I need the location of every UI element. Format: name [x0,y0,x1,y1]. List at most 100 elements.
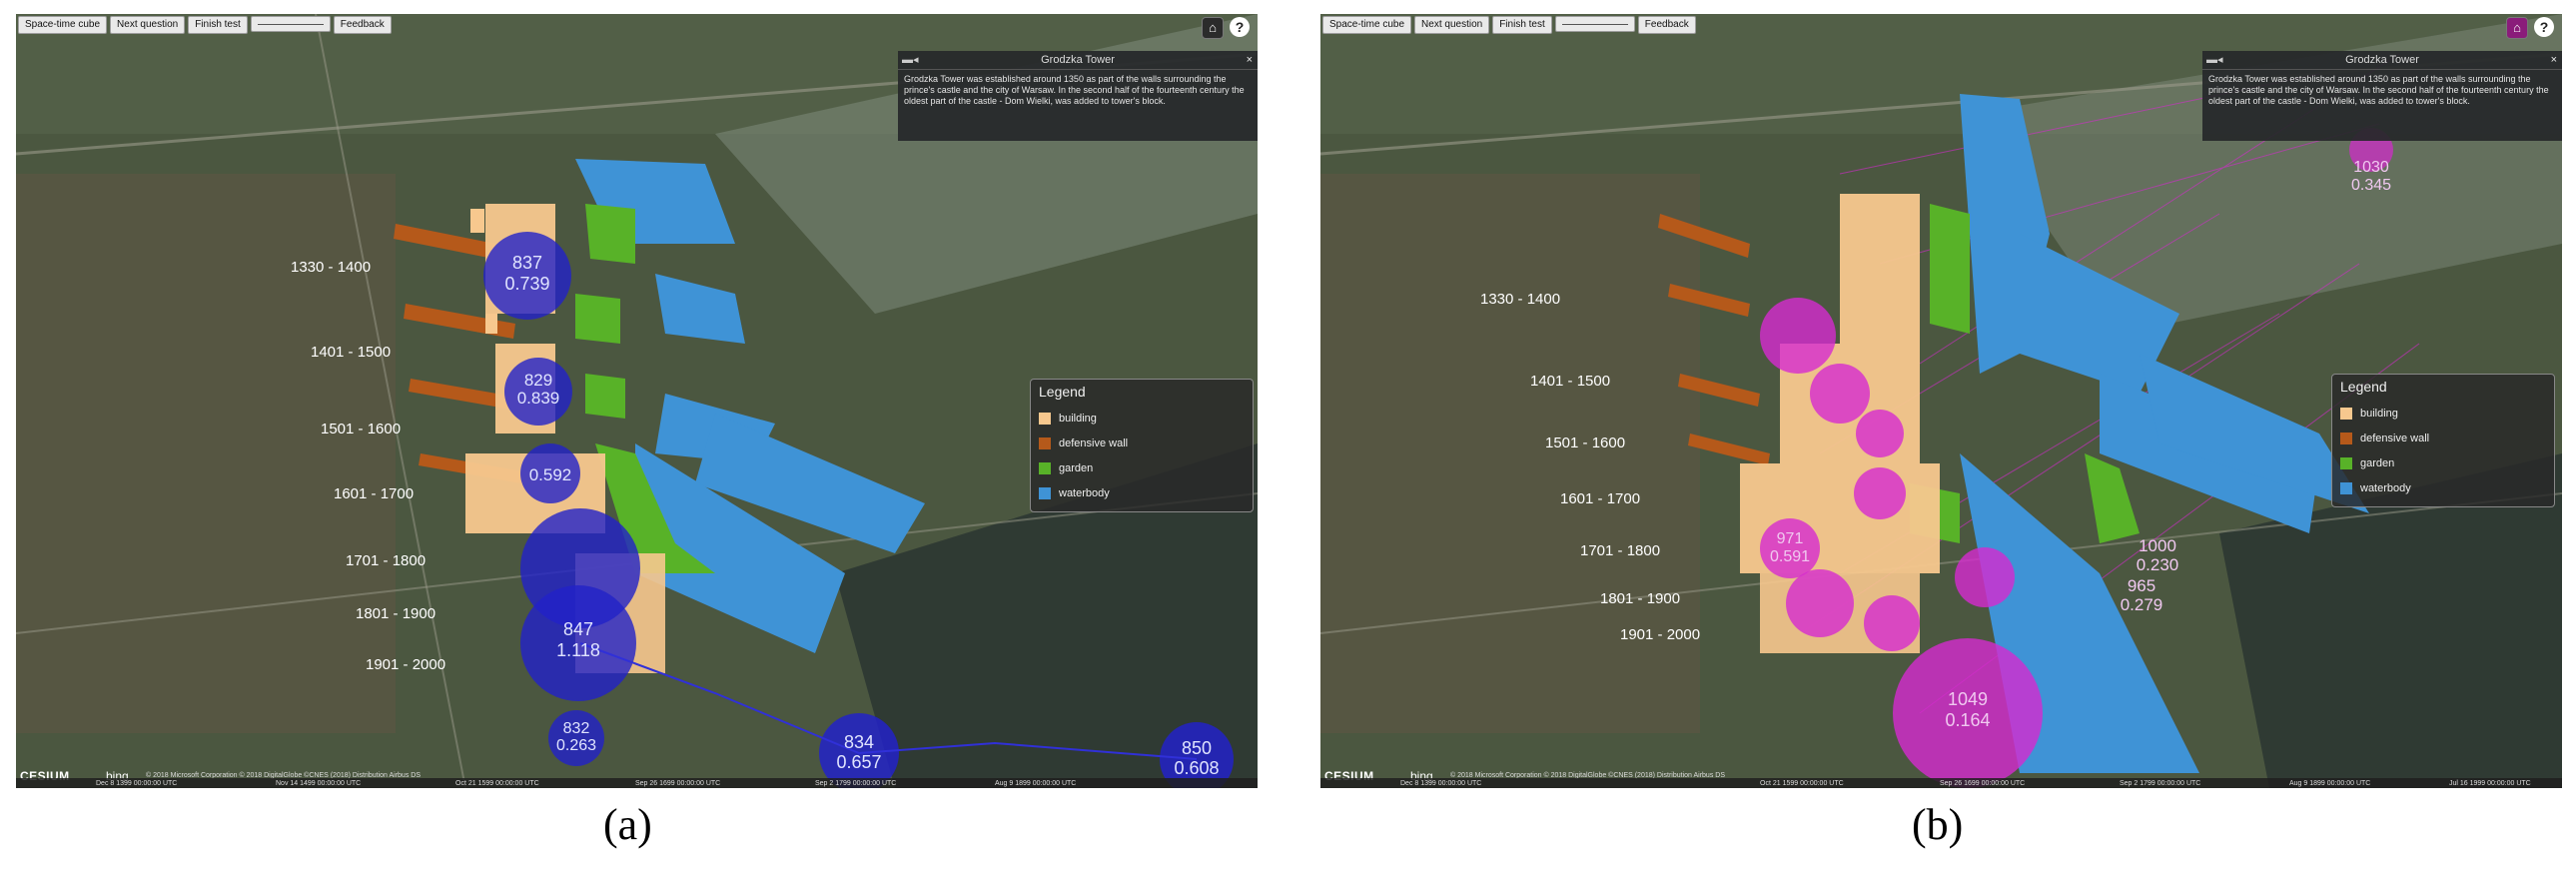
bubble-label-965-v: 0.279 [2121,595,2163,614]
defensive-wall-swatch [1039,437,1051,449]
bubble-label-832-n: 832 [563,720,590,737]
info-box-title-b: Grodzka Tower [2345,54,2419,66]
bubble-label-971-n: 971 [1777,530,1804,547]
legend-b: Legend building defensive wall garden wa… [2331,374,2555,507]
bubble-b1[interactable] [1760,298,1836,374]
finish-test-button-b[interactable]: Finish test [1492,16,1552,34]
footer-b: CESIUM bing © 2018 Microsoft Corporation… [1320,766,2562,788]
waterbody-swatch [1039,486,1051,499]
home-icon[interactable]: ⌂ [1202,17,1224,39]
caption-b: (b) [1912,800,1964,849]
help-icon[interactable]: ? [2534,17,2554,37]
info-box: ▬◂ Grodzka Tower × Grodzka Tower was est… [898,51,1258,141]
feedback-button-b[interactable]: Feedback [1637,16,1696,34]
garden-swatch [2340,456,2352,469]
bubble-label-1030-n: 1030 [2353,159,2389,176]
bubble-b6[interactable] [1955,547,2015,607]
building-swatch [2340,407,2352,420]
legend-title-b: Legend [2340,379,2387,395]
bubble-label-850-n: 850 [1182,738,1212,758]
period-label-4: 1601 - 1700 [334,485,414,502]
timeline-b[interactable]: Dec 8 1399 00:00:00 UTC Oct 21 1599 00:0… [1320,778,2562,788]
toolbar: Space-time cube Next question Finish tes… [18,16,392,34]
bubble-label-837-v: 0.739 [504,274,549,294]
period-label-2: 1401 - 1500 [311,344,391,361]
next-question-button-b[interactable]: Next question [1414,16,1490,34]
garden-swatch [1039,461,1051,474]
bubble-b2[interactable] [1810,364,1870,424]
bubble-b3[interactable] [1856,410,1904,457]
legend-label-building: building [1059,412,1097,425]
period-label-b6: 1801 - 1900 [1600,590,1680,607]
timeline-tick-5: Sep 2 1799 00:00:00 UTC [815,780,897,787]
period-label-b4: 1601 - 1700 [1560,490,1640,507]
bubble-label-847-v: 1.118 [556,640,600,660]
camera-icon[interactable]: ▬◂ [902,51,919,69]
close-button[interactable]: × [1247,51,1253,69]
home-icon[interactable]: ⌂ [2506,17,2528,39]
period-label-b5: 1701 - 1800 [1580,542,1660,559]
legend-label-garden-b: garden [2360,456,2395,469]
bubble-label-0592-v: 0.592 [529,465,572,484]
footer: CESIUM bing © 2018 Microsoft Corporation… [16,766,1258,788]
timeline-tick-b2: Oct 21 1599 00:00:00 UTC [1760,780,1844,787]
camera-icon[interactable]: ▬◂ [2206,51,2223,69]
bubble-label-965-n: 965 [2128,576,2155,595]
timeline-tick-3: Oct 21 1599 00:00:00 UTC [455,780,539,787]
timeline-tick-4: Sep 26 1699 00:00:00 UTC [635,780,721,787]
bubble-label-847-n: 847 [563,619,593,639]
legend-item-waterbody-b: waterbody [2332,475,2554,500]
legend-label-waterbody-b: waterbody [2360,481,2411,494]
time-slider-b[interactable] [1554,16,1635,32]
globe-viewer-b[interactable]: 1000 0.230 965 0.279 1049 0.164 1030 0.3… [1320,14,2562,788]
info-box-header-b: ▬◂ Grodzka Tower × [2202,51,2562,70]
bubble-label-1030-v: 0.345 [2351,177,2391,194]
legend-label-garden: garden [1059,461,1094,474]
toolbar-b: Space-time cube Next question Finish tes… [1322,16,1696,34]
period-label-5: 1701 - 1800 [346,552,426,569]
bubble-label-837-n: 837 [512,253,542,273]
timeline[interactable]: Dec 8 1399 00:00:00 UTC Nov 14 1499 00:0… [16,778,1258,788]
period-label-b1: 1330 - 1400 [1480,291,1560,308]
legend-item-garden: garden [1031,455,1253,480]
bubble-label-1049-n: 1049 [1948,689,1988,709]
timeline-tick-b1: Dec 8 1399 00:00:00 UTC [1400,780,1482,787]
next-question-button[interactable]: Next question [110,16,186,34]
bubble-label-1000-v: 0.230 [2137,555,2179,574]
period-label-3: 1501 - 1600 [321,421,401,438]
waterbody-swatch [2340,481,2352,494]
globe-viewer-a[interactable]: 837 0.739 829 0.839 0.592 847 1.118 832 … [16,14,1258,788]
period-label-b2: 1401 - 1500 [1530,373,1610,390]
help-icon[interactable]: ? [1230,17,1250,37]
period-label-b3: 1501 - 1600 [1545,435,1625,451]
timeline-tick-2: Nov 14 1499 00:00:00 UTC [276,780,362,787]
bubble-label-829-v: 0.839 [517,389,560,408]
space-time-cube-button[interactable]: Space-time cube [18,16,108,34]
defensive-wall-swatch [2340,432,2352,444]
period-label-b7: 1901 - 2000 [1620,626,1700,643]
time-slider[interactable] [250,16,331,32]
bubble-label-834-n: 834 [844,732,874,752]
finish-test-button[interactable]: Finish test [188,16,248,34]
timeline-tick-b6: Jul 16 1999 00:00:00 UTC [2449,780,2531,787]
bubble-b5[interactable] [1786,569,1854,637]
info-box-text-b: Grodzka Tower was established around 135… [2208,74,2549,106]
bubble-b4[interactable] [1854,467,1906,519]
bubble-label-971-v: 0.591 [1770,548,1810,565]
info-box-title: Grodzka Tower [1041,54,1115,66]
bubble-label-832-v: 0.263 [556,737,596,754]
info-box-b: ▬◂ Grodzka Tower × Grodzka Tower was est… [2202,51,2562,141]
period-label-7: 1901 - 2000 [366,656,445,673]
info-box-text: Grodzka Tower was established around 135… [904,74,1245,106]
timeline-tick-1: Dec 8 1399 00:00:00 UTC [96,780,178,787]
close-button-b[interactable]: × [2551,51,2557,69]
bubble-label-1049-v: 0.164 [1945,710,1990,730]
period-label-6: 1801 - 1900 [356,605,435,622]
legend-item-building: building [1031,406,1253,431]
bubble-1030[interactable] [1864,595,1920,651]
legend-item-garden-b: garden [2332,450,2554,475]
space-time-cube-button-b[interactable]: Space-time cube [1322,16,1412,34]
feedback-button[interactable]: Feedback [333,16,392,34]
caption-a: (a) [603,800,652,849]
period-label-1: 1330 - 1400 [291,259,371,276]
